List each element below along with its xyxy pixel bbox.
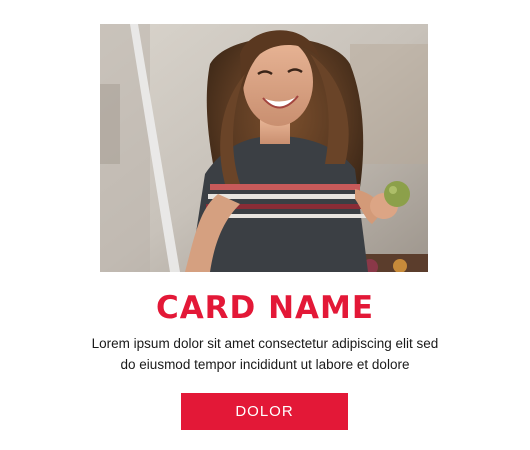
card-title: CARD NAME bbox=[155, 290, 375, 326]
card-image bbox=[100, 24, 428, 272]
card-description: Lorem ipsum dolor sit amet consectetur a… bbox=[91, 336, 439, 372]
dolor-button[interactable]: DOLOR bbox=[181, 393, 348, 430]
woman-photo-icon bbox=[100, 24, 428, 272]
product-card: CARD NAME Lorem ipsum dolor sit amet con… bbox=[0, 0, 530, 450]
